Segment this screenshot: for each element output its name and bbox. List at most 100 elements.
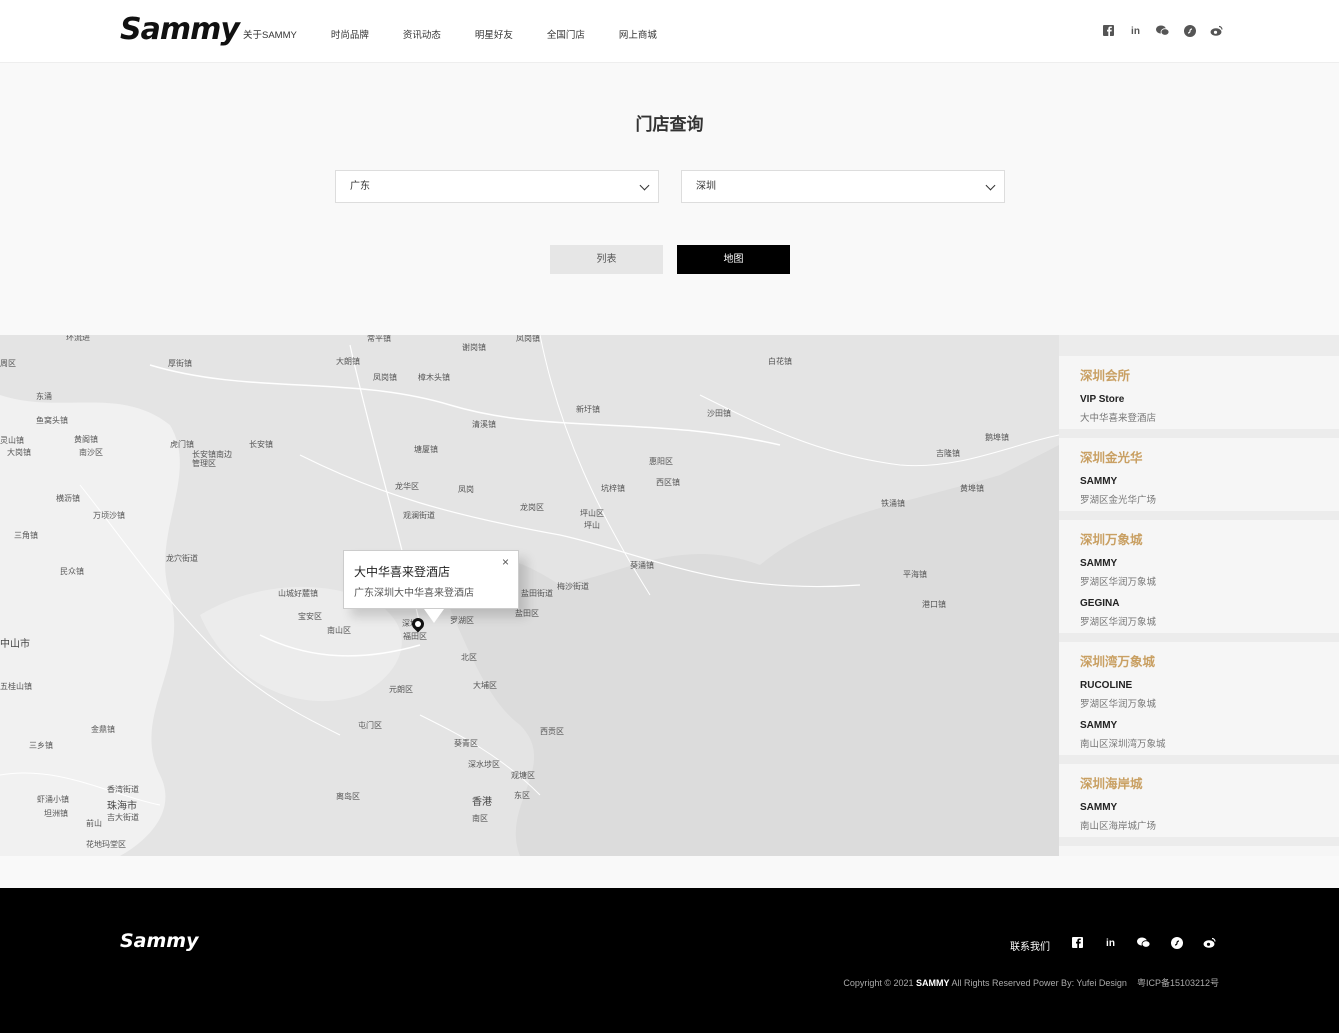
map-label: 花地玛堂区 <box>86 840 126 849</box>
map-label: 大埔区 <box>473 681 497 690</box>
store-name: SAMMY <box>1080 720 1118 731</box>
site-header: Sammy 关于SAMMY 时尚品牌 资讯动态 明星好友 全国门店 网上商城 i… <box>0 0 1339 63</box>
province-select-value: 广东 <box>350 181 370 192</box>
map-label: 黄阁镇 <box>74 435 98 444</box>
close-icon[interactable]: × <box>502 555 509 569</box>
store-address: 罗湖区华润万象城 <box>1080 617 1157 628</box>
store-region: 深圳湾万象城 <box>1080 655 1156 669</box>
store-card[interactable]: 深圳海岸城 SAMMY 南山区海岸城广场 <box>1059 764 1339 837</box>
map-label: 东区 <box>514 791 530 800</box>
map-label: 虾涌小镇 <box>37 795 69 804</box>
map-label: 民众镇 <box>60 567 84 576</box>
tab-map[interactable]: 地图 <box>677 245 790 274</box>
copyright-prefix: Copyright © 2021 <box>843 978 917 988</box>
store-address: 罗湖区华润万象城 <box>1080 699 1157 710</box>
wechat-icon[interactable] <box>1137 937 1151 950</box>
store-address: 南山区海岸城广场 <box>1080 821 1157 832</box>
map-label: 南沙区 <box>79 448 103 457</box>
store-name: SAMMY <box>1080 476 1118 487</box>
footer-logo[interactable]: Sammy <box>120 930 199 952</box>
nav-item-brands[interactable]: 时尚品牌 <box>331 27 369 41</box>
map-label: 惠阳区 <box>649 457 673 466</box>
city-select-value: 深圳 <box>696 181 716 192</box>
map-label: 屯门区 <box>358 721 382 730</box>
store-card[interactable]: 深圳会所 VIP Store 大中华喜来登酒店 <box>1059 356 1339 429</box>
nav-item-news[interactable]: 资讯动态 <box>403 27 441 41</box>
map-label: 前山 <box>86 819 102 828</box>
map-label: 龙华区 <box>395 482 419 491</box>
facebook-icon[interactable] <box>1102 25 1115 38</box>
map-label: 环流进 <box>66 335 90 342</box>
map-label: 梅沙街道 <box>557 582 589 591</box>
map-label: 福田区 <box>403 632 427 641</box>
map-label: 港口镇 <box>922 600 946 609</box>
store-region: 深圳海岸城 <box>1080 777 1143 791</box>
contact-link[interactable]: 联系我们 <box>1010 938 1050 953</box>
store-card[interactable]: 深圳万象城 SAMMY 罗湖区华润万象城 GEGINA 罗湖区华润万象城 <box>1059 520 1339 633</box>
map-label: 白花镇 <box>768 357 792 366</box>
map-label: 观澜街道 <box>403 511 435 520</box>
store-card[interactable]: 深圳金光华 SAMMY 罗湖区金光华广场 <box>1059 438 1339 511</box>
map-label: 灵山镇 <box>0 436 24 445</box>
map-label: 凤岗镇 <box>373 373 397 382</box>
nav-item-shop[interactable]: 网上商城 <box>619 27 657 41</box>
store-card[interactable]: 深圳湾万象城 RUCOLINE 罗湖区华润万象城 SAMMY 南山区深圳湾万象城 <box>1059 642 1339 755</box>
miniprogram-icon[interactable] <box>1170 937 1183 950</box>
map-label: 樟木头镇 <box>418 373 450 382</box>
map-info-popup: 大中华喜来登酒店 广东深圳大中华喜来登酒店 × <box>343 550 519 623</box>
map-label: 葵青区 <box>454 739 478 748</box>
map-label: 元朗区 <box>389 685 413 694</box>
icp-number[interactable]: 粤ICP备15103212号 <box>1137 978 1219 988</box>
popup-address: 广东深圳大中华喜来登酒店 <box>354 588 474 599</box>
map-label: 东涌 <box>36 392 52 401</box>
footer-social: in <box>1071 937 1216 950</box>
map-label: 龙穴街道 <box>166 554 198 563</box>
store-name: SAMMY <box>1080 558 1118 569</box>
map-label: 坪山区 <box>580 509 604 518</box>
miniprogram-icon[interactable] <box>1183 25 1196 38</box>
map-label: 深水埗区 <box>468 760 500 769</box>
weibo-icon[interactable] <box>1203 937 1216 950</box>
map-label: 离岛区 <box>336 792 360 801</box>
store-address: 罗湖区华润万象城 <box>1080 577 1157 588</box>
map-label: 谢岗镇 <box>462 343 486 352</box>
brand-logo[interactable]: Sammy <box>120 12 240 47</box>
map-label: 香港 <box>472 797 492 808</box>
map-label: 沙田镇 <box>707 409 731 418</box>
chevron-down-icon <box>639 180 650 191</box>
map-label: 周区 <box>0 359 16 368</box>
nav-item-about[interactable]: 关于SAMMY <box>243 27 297 41</box>
map-label: 横沥镇 <box>56 494 80 503</box>
map-label: 罗湖区 <box>450 616 474 625</box>
tab-list[interactable]: 列表 <box>550 245 663 274</box>
store-list: 深圳会所 VIP Store 大中华喜来登酒店 深圳金光华 SAMMY 罗湖区金… <box>1059 335 1339 856</box>
map-label: 龙岗区 <box>520 503 544 512</box>
linkedin-icon[interactable]: in <box>1129 25 1142 38</box>
map-label: 南山区 <box>327 626 351 635</box>
map-label: 西区镇 <box>656 478 680 487</box>
copyright-brand: SAMMY <box>916 978 950 988</box>
weibo-icon[interactable] <box>1210 25 1223 38</box>
province-select[interactable]: 广东 <box>335 170 659 203</box>
nav-item-stores[interactable]: 全国门店 <box>547 27 585 41</box>
map-label: 五桂山镇 <box>0 682 32 691</box>
facebook-icon[interactable] <box>1071 937 1084 950</box>
city-select[interactable]: 深圳 <box>681 170 1005 203</box>
map-label: 吉隆镇 <box>936 449 960 458</box>
map-label: 西贡区 <box>540 727 564 736</box>
map-label: 新圩镇 <box>576 405 600 414</box>
nav-item-stars[interactable]: 明星好友 <box>475 27 513 41</box>
map-label: 南区 <box>472 814 488 823</box>
store-name: GEGINA <box>1080 598 1120 609</box>
map-label: 盐田区 <box>515 609 539 618</box>
popup-title: 大中华喜来登酒店 <box>354 565 451 579</box>
site-footer: Sammy 联系我们 in Copyright © 2021 SAMMY All… <box>0 888 1339 1033</box>
store-map[interactable]: 环流进 周区 厚街镇 大朗镇 常平镇 谢岗镇 凤岗镇 凤岗镇 樟木头镇 清溪镇 … <box>0 335 1059 856</box>
map-label: 清溪镇 <box>472 420 496 429</box>
store-card[interactable] <box>1059 846 1339 856</box>
map-label: 葵涌镇 <box>630 561 654 570</box>
linkedin-icon[interactable]: in <box>1104 937 1117 950</box>
copyright-suffix: All Rights Reserved Power By: Yufei Desi… <box>949 978 1127 988</box>
store-name: VIP Store <box>1080 394 1125 405</box>
wechat-icon[interactable] <box>1156 25 1170 38</box>
